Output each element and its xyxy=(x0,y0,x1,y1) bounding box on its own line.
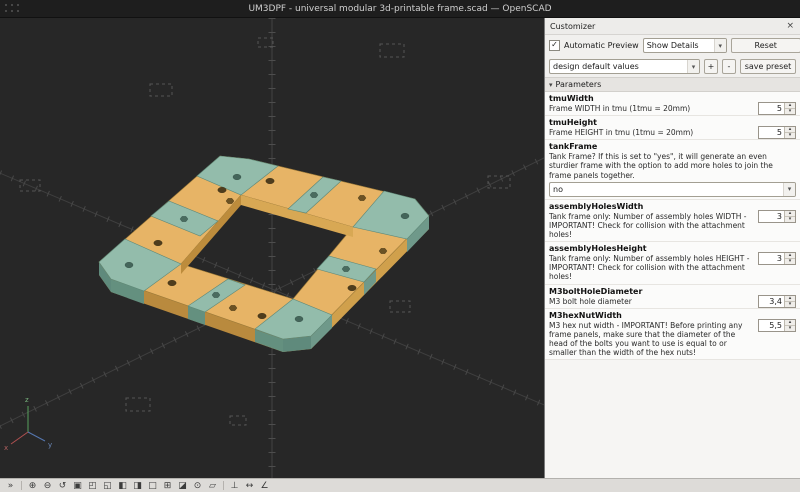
3d-viewport[interactable]: z x y xyxy=(0,18,544,478)
param-tmuHeight: tmuHeight Frame HEIGHT in tmu (1tmu = 20… xyxy=(545,116,800,141)
M3hexNutWidth-spinbox[interactable]: 5,5 ▴ ▾ xyxy=(758,318,796,332)
chevron-down-icon: ▾ xyxy=(783,182,795,196)
spin-value: 3 xyxy=(776,211,782,221)
zoom-out-icon[interactable]: ⊖ xyxy=(40,480,55,492)
spin-down-icon[interactable]: ▾ xyxy=(785,259,795,264)
spin-value: 5,5 xyxy=(769,320,782,330)
spin-down-icon[interactable]: ▾ xyxy=(785,301,795,307)
assemblyHolesWidth-spinbox[interactable]: 3 ▴ ▾ xyxy=(758,209,796,223)
param-tmuWidth: tmuWidth Frame WIDTH in tmu (1tmu = 20mm… xyxy=(545,92,800,117)
spin-value: 3,4 xyxy=(769,296,782,306)
perspective-view-icon[interactable]: ▱ xyxy=(205,480,220,492)
collapse-icon: ▾ xyxy=(549,80,553,89)
left-view-icon[interactable]: ◧ xyxy=(115,480,130,492)
tmuHeight-spinbox[interactable]: 5 ▴ ▾ xyxy=(758,126,796,140)
spin-down-icon[interactable]: ▾ xyxy=(785,325,795,331)
param-M3hexNutWidth: M3hexNutWidth M3 hex nut width - IMPORTA… xyxy=(545,308,800,361)
spin-arrows: ▴ ▾ xyxy=(784,103,795,114)
add-preset-label: + xyxy=(707,62,715,71)
toolbar-separator xyxy=(223,481,224,490)
save-preset-button[interactable]: save preset xyxy=(740,59,796,74)
M3boltHoleDiameter-spinbox[interactable]: 3,4 ▴ ▾ xyxy=(758,294,796,308)
spin-arrows: ▴ ▾ xyxy=(784,210,795,222)
chevron-down-icon: ▾ xyxy=(687,60,699,73)
param-description: Frame WIDTH in tmu (1tmu = 20mm) xyxy=(549,104,691,113)
param-assemblyHolesWidth: assemblyHolesWidth Tank frame only: Numb… xyxy=(545,199,800,243)
param-description: Tank Frame? If this is set to "yes", it … xyxy=(549,152,773,180)
reset-label: Reset xyxy=(754,41,777,50)
z-axis-label: z xyxy=(25,396,29,404)
diagonal-view-icon[interactable]: ◪ xyxy=(175,480,190,492)
chevron-down-icon: ▾ xyxy=(713,39,726,52)
show-details-value: Show Details xyxy=(646,41,699,50)
zoom-in-icon[interactable]: ⊕ xyxy=(25,480,40,492)
view-toolbar: » ⊕ ⊖ ↺ ▣ ◰ ◱ ◧ ◨ □ ⊞ ◪ ⊙ ▱ ⊥ ↔ ∠ xyxy=(0,478,800,492)
customizer-panel: Customizer × ✓ Automatic Preview Show De… xyxy=(544,18,800,478)
measure-angle-icon[interactable]: ∠ xyxy=(257,480,272,492)
orthogonal-view-icon[interactable]: ⊥ xyxy=(227,480,242,492)
reset-button[interactable]: Reset xyxy=(730,38,800,53)
titlebar: UM3DPF - universal modular 3d-printable … xyxy=(0,0,800,18)
tmuWidth-spinbox[interactable]: 5 ▴ ▾ xyxy=(758,102,796,115)
remove-preset-label: - xyxy=(727,62,731,71)
spin-value: 5 xyxy=(776,104,782,113)
window-title: UM3DPF - universal modular 3d-printable … xyxy=(248,3,552,14)
preset-value: design default values xyxy=(553,62,639,71)
preset-row: design default values ▾ + - save preset xyxy=(545,56,800,77)
param-description: Tank frame only: Number of assembly hole… xyxy=(549,211,747,239)
spin-down-icon[interactable]: ▾ xyxy=(785,216,795,222)
customizer-title: Customizer xyxy=(550,21,596,31)
back-view-icon[interactable]: ⊞ xyxy=(160,480,175,492)
tankFrame-dropdown[interactable]: no ▾ xyxy=(549,181,796,197)
param-M3boltHoleDiameter: M3boltHoleDiameter M3 bolt hole diameter… xyxy=(545,284,800,309)
bottom-view-icon[interactable]: ◱ xyxy=(100,480,115,492)
titlebar-dots-icon xyxy=(5,4,21,13)
param-tankFrame: tankFrame Tank Frame? If this is set to … xyxy=(545,140,800,200)
param-description: Tank frame only: Number of assembly hole… xyxy=(549,254,750,282)
parameters-header-label: Parameters xyxy=(555,80,602,89)
customizer-header: Customizer × xyxy=(545,18,800,35)
save-preset-label: save preset xyxy=(744,62,792,71)
frame-model xyxy=(98,155,430,352)
spin-arrows: ▴ ▾ xyxy=(784,319,795,331)
check-icon: ✓ xyxy=(551,40,558,49)
spin-arrows: ▴ ▾ xyxy=(784,253,795,265)
customizer-controls-row: ✓ Automatic Preview Show Details ▾ Reset xyxy=(545,35,800,56)
param-description: M3 hex nut width - IMPORTANT! Before pri… xyxy=(549,320,743,358)
spin-arrows: ▴ ▾ xyxy=(784,295,795,307)
expand-toolbar-icon[interactable]: » xyxy=(3,480,18,492)
spin-down-icon[interactable]: ▾ xyxy=(785,133,795,138)
param-assemblyHolesHeight: assemblyHolesHeight Tank frame only: Num… xyxy=(545,242,800,285)
show-details-dropdown[interactable]: Show Details ▾ xyxy=(642,38,727,53)
spin-value: 3 xyxy=(776,254,782,264)
parameters-group-header[interactable]: ▾ Parameters xyxy=(545,77,800,92)
toolbar-separator xyxy=(21,481,22,490)
y-axis-label: y xyxy=(48,441,52,449)
remove-preset-button[interactable]: - xyxy=(722,59,736,74)
grid-rulers xyxy=(0,18,544,478)
top-view-icon[interactable]: ◰ xyxy=(85,480,100,492)
spin-value: 5 xyxy=(776,128,782,138)
spin-down-icon[interactable]: ▾ xyxy=(785,109,795,114)
dropdown-value: no xyxy=(553,184,563,194)
param-name: tankFrame xyxy=(549,142,598,152)
automatic-preview-label: Automatic Preview xyxy=(564,41,639,50)
param-description: Frame HEIGHT in tmu (1tmu = 20mm) xyxy=(549,128,694,138)
preset-dropdown[interactable]: design default values ▾ xyxy=(549,59,700,74)
automatic-preview-checkbox[interactable]: ✓ xyxy=(549,40,560,51)
measure-distance-icon[interactable]: ↔ xyxy=(242,480,257,492)
parameters-list: tmuWidth Frame WIDTH in tmu (1tmu = 20mm… xyxy=(545,92,800,478)
assemblyHolesHeight-spinbox[interactable]: 3 ▴ ▾ xyxy=(758,252,796,266)
spin-arrows: ▴ ▾ xyxy=(784,127,795,139)
view-all-icon[interactable]: ▣ xyxy=(70,480,85,492)
center-view-icon[interactable]: ⊙ xyxy=(190,480,205,492)
front-view-icon[interactable]: □ xyxy=(145,480,160,492)
close-icon[interactable]: × xyxy=(785,21,795,31)
dashed-markers xyxy=(19,37,511,426)
right-view-icon[interactable]: ◨ xyxy=(130,480,145,492)
add-preset-button[interactable]: + xyxy=(704,59,718,74)
param-description: M3 bolt hole diameter xyxy=(549,296,632,306)
reset-view-icon[interactable]: ↺ xyxy=(55,480,70,492)
x-axis-label: x xyxy=(4,444,8,452)
